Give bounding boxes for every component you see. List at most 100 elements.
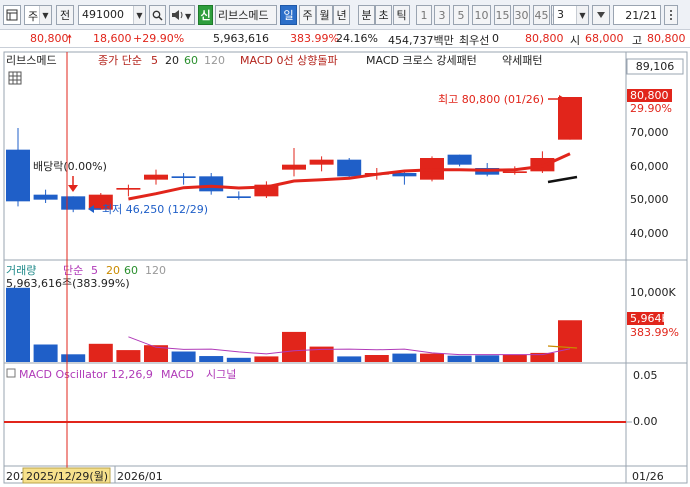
new-listing-badge: 신 xyxy=(198,5,213,25)
period-tab[interactable]: 분 xyxy=(358,5,375,25)
price-change-pct: +29.90% xyxy=(133,32,185,45)
prev-label: 전 xyxy=(59,9,71,22)
price-tick-50000: 50,000 xyxy=(630,193,669,206)
volume-ma-120: 120 xyxy=(145,264,166,277)
macd-settings-icon[interactable] xyxy=(6,368,16,378)
sound-button[interactable]: ▼ xyxy=(169,5,195,25)
candle-body xyxy=(116,188,141,190)
candle-body xyxy=(6,149,30,202)
volume-tick-10000k: 10,000K xyxy=(630,286,676,299)
period-tab-label: 틱 xyxy=(396,9,407,22)
price-change: 18,600 xyxy=(93,32,132,45)
candle-body xyxy=(502,171,527,173)
step-button[interactable] xyxy=(592,5,610,25)
count-select[interactable]: 3 ▼ xyxy=(553,5,589,25)
open-value: 68,000 xyxy=(585,32,624,45)
macd-tick-005: 0.05 xyxy=(633,369,658,382)
price-tick-40000: 40,000 xyxy=(630,227,669,240)
period-tab[interactable]: 년 xyxy=(333,5,350,25)
legend-signal-3: 약세패턴 xyxy=(502,53,542,67)
candle-body xyxy=(282,164,306,170)
interval-tab[interactable]: 10 xyxy=(472,5,491,25)
volume-bar xyxy=(558,320,582,362)
count-select-value: 3 xyxy=(557,8,564,21)
step-icon xyxy=(597,12,605,18)
stock-name-field: 리브스메드 xyxy=(215,5,277,25)
search-icon xyxy=(152,10,163,21)
grid-toggle-icon[interactable] xyxy=(8,71,22,85)
interval-tab-label: 30 xyxy=(514,8,529,22)
period-tab[interactable]: 월 xyxy=(316,5,333,25)
period-tab[interactable]: 초 xyxy=(375,5,392,25)
top-value-label: 89,106 xyxy=(636,60,675,73)
priority-price: 80,800 xyxy=(525,32,564,45)
chart-canvas[interactable]: 리브스메드 종가 단순 5 20 60 120 MACD 0선 상향돌파 MAC… xyxy=(0,48,690,487)
volume-bar xyxy=(447,355,472,362)
macd-tick-000: 0.00 xyxy=(633,415,658,428)
trade-amount: 454,737백만 xyxy=(388,34,454,47)
macd-signal-label: 시그널 xyxy=(206,368,236,381)
interval-tab[interactable]: 1 xyxy=(416,5,432,25)
period-tab-label: 일 xyxy=(283,9,294,22)
legend-signal-1: MACD 0선 상향돌파 xyxy=(240,54,338,67)
candle-body xyxy=(447,154,472,165)
volume-bar xyxy=(254,356,279,362)
interval-tab[interactable]: 45 xyxy=(533,5,550,25)
legend-ma-5: 5 xyxy=(151,54,158,67)
chevron-down-icon: ▼ xyxy=(133,6,145,24)
chevron-down-icon: ▼ xyxy=(576,6,588,24)
interval-tab-label: 15 xyxy=(495,8,510,22)
legend-stock-name: 리브스메드 xyxy=(6,54,57,67)
stock-code-input[interactable]: 491000 ▼ xyxy=(78,5,146,25)
volume-current-marker-label: 5,964K xyxy=(630,312,669,325)
priority-value: 0 xyxy=(492,32,499,45)
legend-ma-20: 20 xyxy=(165,54,179,67)
interval-tab-label: 5 xyxy=(457,8,465,22)
turnover-rate: 24.16% xyxy=(336,32,378,45)
period-tab[interactable]: 주 xyxy=(299,5,316,25)
more-options-button[interactable] xyxy=(664,5,678,25)
macd-oscillator-label: MACD Oscillator 12,26,9 xyxy=(19,368,153,381)
period-tab[interactable]: 일 xyxy=(280,5,297,25)
interval-tab[interactable]: 3 xyxy=(434,5,450,25)
current-pct-marker-label: 29.90% xyxy=(630,102,672,115)
candle-body xyxy=(199,176,224,192)
trade-volume: 5,963,616 xyxy=(213,32,269,45)
date-axis-right-label: 01/26 xyxy=(632,470,664,483)
page-counter: 21/21 xyxy=(613,5,661,25)
volume-bar xyxy=(171,351,196,362)
chart-list-icon[interactable] xyxy=(3,5,21,25)
interval-tab[interactable]: 15 xyxy=(494,5,511,25)
interval-tab[interactable]: 5 xyxy=(453,5,469,25)
market-select[interactable]: 주 ▼ xyxy=(24,5,52,25)
volume-bar xyxy=(116,350,141,362)
volume-ma-60: 60 xyxy=(124,264,138,277)
search-button[interactable] xyxy=(149,5,166,25)
dividend-annotation: 배당락(0.00%) xyxy=(33,160,107,192)
interval-tab[interactable]: 30 xyxy=(513,5,530,25)
period-tab[interactable]: 틱 xyxy=(393,5,410,25)
prev-button[interactable]: 전 xyxy=(56,5,74,25)
chevron-down-icon: ▼ xyxy=(39,6,51,24)
volume-bar xyxy=(282,331,306,362)
stock-name: 리브스메드 xyxy=(218,9,269,22)
legend-ma-label: 종가 단순 xyxy=(98,54,142,67)
speaker-icon: ▼ xyxy=(172,10,192,21)
volume-ma-20: 20 xyxy=(106,264,120,277)
volume-legend: 거래량 단순 5 20 60 120 5,963,616주(383.99%) xyxy=(6,264,166,290)
stock-code-value: 491000 xyxy=(82,8,124,21)
high-label: 고 xyxy=(632,34,643,47)
volume-bar xyxy=(226,357,251,362)
interval-tab-label: 10 xyxy=(474,8,489,22)
volume-bar xyxy=(337,356,362,362)
candle-body xyxy=(226,196,251,198)
macd-label: MACD xyxy=(161,368,194,381)
page-counter-value: 21/21 xyxy=(625,8,657,22)
period-tab-label: 초 xyxy=(378,9,389,22)
stock-chart[interactable]: 리브스메드 종가 단순 5 20 60 120 MACD 0선 상향돌파 MAC… xyxy=(0,48,690,487)
high-value: 80,800 xyxy=(647,32,686,45)
macd-legend: MACD Oscillator 12,26,9 MACD 시그널 xyxy=(19,368,236,381)
period-tab-label: 주 xyxy=(302,9,313,22)
volume-pct-marker-label: 383.99% xyxy=(630,326,679,339)
candle-body xyxy=(309,159,334,165)
